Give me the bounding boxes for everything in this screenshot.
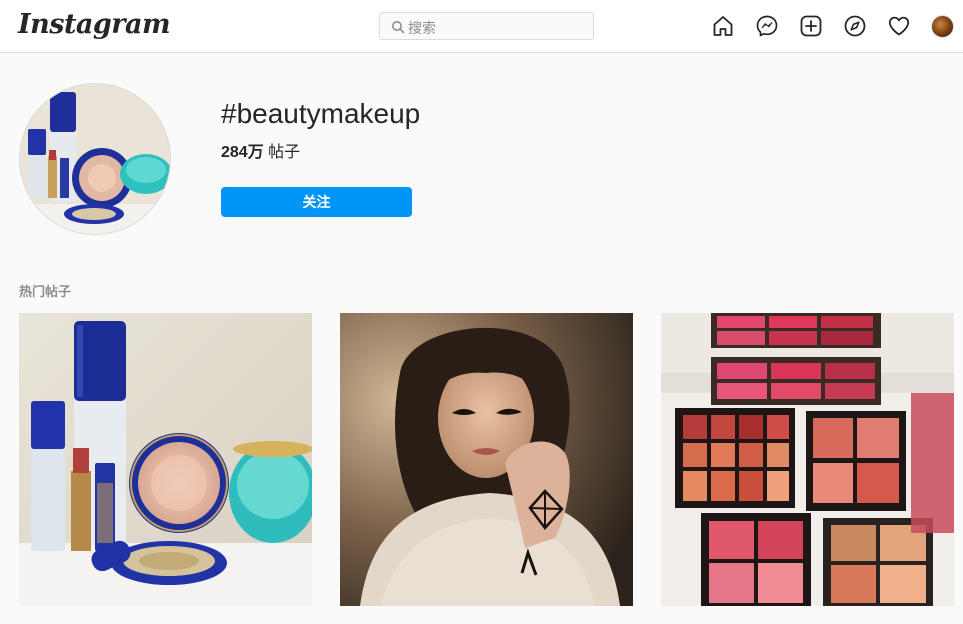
search-input[interactable]: 搜索 <box>379 12 594 40</box>
post-makeup-products[interactable] <box>19 313 312 606</box>
activity-heart-icon[interactable] <box>887 14 911 38</box>
post-count-value: 284万 <box>221 144 264 161</box>
instagram-logo[interactable]: Instagram <box>18 9 171 40</box>
follow-button[interactable]: 关注 <box>221 187 412 217</box>
explore-icon[interactable] <box>843 14 867 38</box>
top-posts-label: 热门帖子 <box>19 284 72 299</box>
post-count-suffix: 帖子 <box>268 144 301 161</box>
home-icon[interactable] <box>711 14 735 38</box>
hashtag-avatar <box>19 83 171 235</box>
post-portrait[interactable] <box>340 313 633 606</box>
top-navigation-bar: Instagram 搜索 <box>0 0 963 53</box>
search-icon <box>392 21 405 34</box>
new-post-icon[interactable] <box>799 14 823 38</box>
post-eyeshadow-palettes[interactable] <box>661 313 954 606</box>
search-placeholder: 搜索 <box>408 20 436 36</box>
profile-avatar[interactable] <box>931 15 954 38</box>
messenger-icon[interactable] <box>755 14 779 38</box>
hashtag-title: #beautymakeup <box>221 98 421 129</box>
post-count: 284万 帖子 <box>221 138 300 162</box>
